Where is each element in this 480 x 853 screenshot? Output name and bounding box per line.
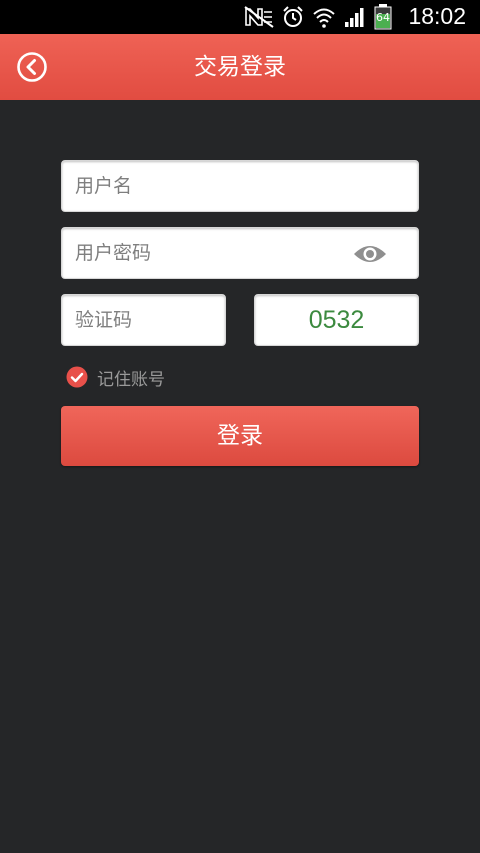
signal-icon xyxy=(344,6,366,28)
battery-icon: 64 xyxy=(374,4,392,30)
clock: 18:02 xyxy=(408,3,466,29)
page-title: 交易登录 xyxy=(194,54,286,80)
username-input[interactable] xyxy=(62,161,418,211)
alarm-icon xyxy=(282,6,304,28)
login-button[interactable]: 登录 xyxy=(61,406,419,466)
show-password-button[interactable] xyxy=(352,242,388,266)
check-icon xyxy=(66,366,88,388)
remember-account-checkbox[interactable]: 记住账号 xyxy=(66,366,165,390)
status-icons: 64 xyxy=(244,4,392,30)
status-bar: 64 18:02 xyxy=(0,0,480,34)
captcha-code[interactable]: 0532 xyxy=(254,294,419,346)
captcha-input[interactable] xyxy=(62,295,225,345)
header: 交易登录 xyxy=(0,34,480,100)
wifi-icon xyxy=(312,6,336,28)
no-sim-icon xyxy=(244,6,274,28)
username-field xyxy=(61,160,419,212)
eye-icon xyxy=(352,242,388,266)
back-button[interactable] xyxy=(16,51,48,83)
captcha-field xyxy=(61,294,226,346)
battery-level: 64 xyxy=(376,11,390,24)
back-arrow-icon xyxy=(16,51,48,83)
password-field xyxy=(61,227,419,279)
remember-account-label: 记住账号 xyxy=(97,369,165,390)
